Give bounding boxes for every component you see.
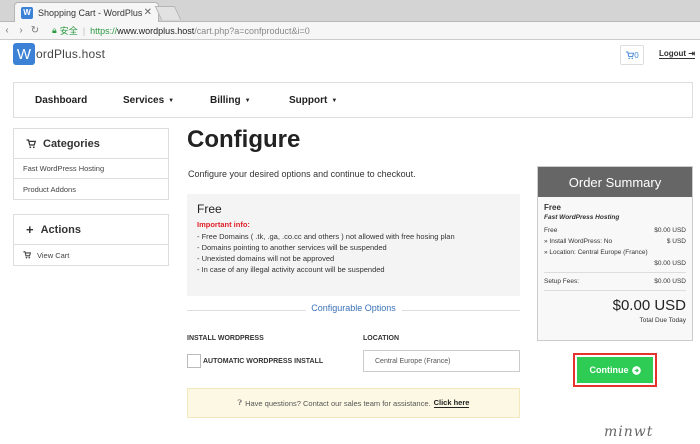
nav-dashboard-label: Dashboard — [35, 95, 88, 106]
actions-title: Actions — [40, 223, 81, 236]
action-view-cart[interactable]: View Cart — [14, 245, 168, 265]
nav-services[interactable]: Services ▼ — [123, 95, 174, 106]
summary-line: » Location: Central Europe (France) — [544, 247, 686, 258]
summary-line: $0.00 USD — [544, 258, 686, 269]
nav-dashboard[interactable]: Dashboard — [35, 95, 87, 106]
info-line: - Domains pointing to another services w… — [197, 243, 387, 252]
tab-title: Shopping Cart - WordPlus — [38, 7, 143, 18]
main-nav: Dashboard Services ▼ Billing ▼ Support ▼ — [13, 82, 693, 118]
categories-header: Categories — [14, 129, 168, 159]
total-amount: $0.00 USD — [612, 297, 686, 314]
forward-icon[interactable]: › — [14, 25, 28, 36]
nav-billing[interactable]: Billing ▼ — [210, 95, 251, 106]
category-fast-wordpress-hosting[interactable]: Fast WordPress Hosting — [14, 159, 168, 179]
back-icon[interactable]: ‹ — [0, 25, 14, 36]
configurable-options-divider: Configurable Options — [187, 303, 520, 317]
help-link[interactable]: Click here — [433, 398, 470, 408]
automatic-install-checkbox[interactable] — [187, 354, 201, 368]
category-product-addons[interactable]: Product Addons — [14, 179, 168, 199]
plus-icon: + — [26, 222, 34, 237]
summary-line-value: $0.00 USD — [654, 260, 686, 267]
lock-icon: 🔒︎ — [52, 25, 57, 35]
setup-fees-row: Setup Fees: $0.00 USD — [544, 276, 686, 287]
actions-panel: + Actions View Cart — [13, 214, 169, 266]
page-subtitle: Configure your desired options and conti… — [188, 169, 416, 179]
summary-line-value: $0.00 USD — [654, 227, 686, 234]
summary-line-value: $ USD — [666, 238, 686, 245]
summary-line-label: » Location: Central Europe (France) — [544, 249, 648, 256]
cart-button[interactable]: 0 — [620, 45, 644, 65]
address-bar[interactable]: ‹ › ↻ 🔒︎ 安全 | https:// www.wordplus.host… — [0, 22, 700, 40]
view-cart-label: View Cart — [37, 250, 70, 260]
question-circle-icon: ❓︎ — [237, 398, 243, 407]
cart-icon — [23, 251, 31, 259]
summary-line-label: » Install WordPress: No — [544, 238, 613, 245]
order-summary: Order Summary Free Fast WordPress Hostin… — [537, 166, 693, 341]
important-info-heading: Important info: — [197, 220, 250, 229]
url-scheme: https:// — [90, 25, 118, 36]
location-select[interactable]: Central Europe (France) — [363, 350, 520, 372]
logout-icon: ⇥ — [688, 49, 696, 58]
browser-tabbar: W Shopping Cart - WordPlus ✕ — [0, 0, 700, 22]
summary-line: » Install WordPress: No $ USD — [544, 236, 686, 247]
product-info-box: Free Important info: - Free Domains ( .t… — [187, 194, 520, 296]
arrow-circle-right-icon — [631, 365, 641, 375]
nav-support[interactable]: Support ▼ — [289, 95, 337, 106]
continue-label: Continue — [589, 365, 629, 375]
caret-down-icon: ▼ — [331, 98, 338, 104]
install-wordpress-label: INSTALL WORDPRESS — [187, 335, 264, 342]
logo-text: ordPlus.host — [36, 47, 106, 61]
help-banner: ❓︎ Have questions? Contact our sales tea… — [187, 388, 520, 418]
caret-down-icon: ▼ — [168, 98, 175, 104]
summary-divider — [544, 272, 686, 273]
automatic-install-label[interactable]: AUTOMATIC WORDPRESS INSTALL — [203, 358, 323, 365]
total-label: Total Due Today — [639, 317, 687, 324]
caret-down-icon: ▼ — [244, 98, 251, 104]
watermark: minwt — [604, 424, 654, 440]
category-label: Fast WordPress Hosting — [23, 164, 105, 173]
url-host: www.wordplus.host — [117, 25, 195, 36]
location-label: LOCATION — [363, 335, 400, 342]
cart-icon — [26, 138, 36, 148]
summary-plan: Free — [544, 203, 561, 212]
continue-button[interactable]: Continue — [577, 357, 653, 383]
info-line: - Unexisted domains will not be approved — [197, 254, 335, 263]
configurable-options-heading: Configurable Options — [305, 303, 402, 313]
url-path: /cart.php?a=confproduct&i=0 — [194, 25, 310, 36]
reload-icon[interactable]: ↻ — [28, 25, 42, 36]
continue-highlight: Continue — [573, 353, 657, 387]
separator: | — [82, 25, 86, 36]
categories-title: Categories — [43, 137, 100, 150]
summary-line-label: Free — [544, 227, 558, 234]
location-value: Central Europe (France) — [375, 357, 451, 365]
summary-product: Fast WordPress Hosting — [544, 214, 620, 221]
setup-fees-label: Setup Fees: — [544, 278, 580, 285]
summary-line: Free $0.00 USD — [544, 225, 686, 236]
nav-services-label: Services — [123, 95, 165, 106]
order-summary-body: Free Fast WordPress Hosting Free $0.00 U… — [538, 197, 692, 340]
product-name: Free — [197, 202, 222, 216]
actions-header: + Actions — [14, 215, 168, 245]
page-title: Configure — [187, 126, 301, 153]
close-icon[interactable]: ✕ — [144, 7, 152, 18]
logout-link[interactable]: Logout ⇥ — [659, 49, 696, 59]
nav-billing-label: Billing — [210, 95, 241, 106]
setup-fees-value: $0.00 USD — [654, 278, 686, 285]
info-line: - In case of any illegal activity accoun… — [197, 265, 385, 274]
cart-icon — [626, 50, 635, 59]
categories-panel: Categories Fast WordPress Hosting Produc… — [13, 128, 169, 200]
category-label: Product Addons — [23, 184, 76, 194]
help-text: Have questions? Contact our sales team f… — [245, 398, 431, 408]
nav-support-label: Support — [289, 95, 328, 106]
order-summary-title: Order Summary — [538, 167, 692, 197]
browser-tab[interactable]: W Shopping Cart - WordPlus ✕ — [14, 2, 159, 22]
info-line: - Free Domains ( .tk, .ga, .co.cc and ot… — [197, 232, 455, 241]
summary-divider — [544, 290, 686, 291]
cart-count: 0 — [634, 50, 639, 60]
logout-label: Logout — [659, 49, 687, 58]
favicon-icon: W — [21, 6, 33, 19]
site-logo[interactable]: W ordPlus.host — [13, 43, 105, 65]
secure-label: 安全 — [59, 26, 78, 36]
logo-mark: W — [13, 43, 35, 65]
